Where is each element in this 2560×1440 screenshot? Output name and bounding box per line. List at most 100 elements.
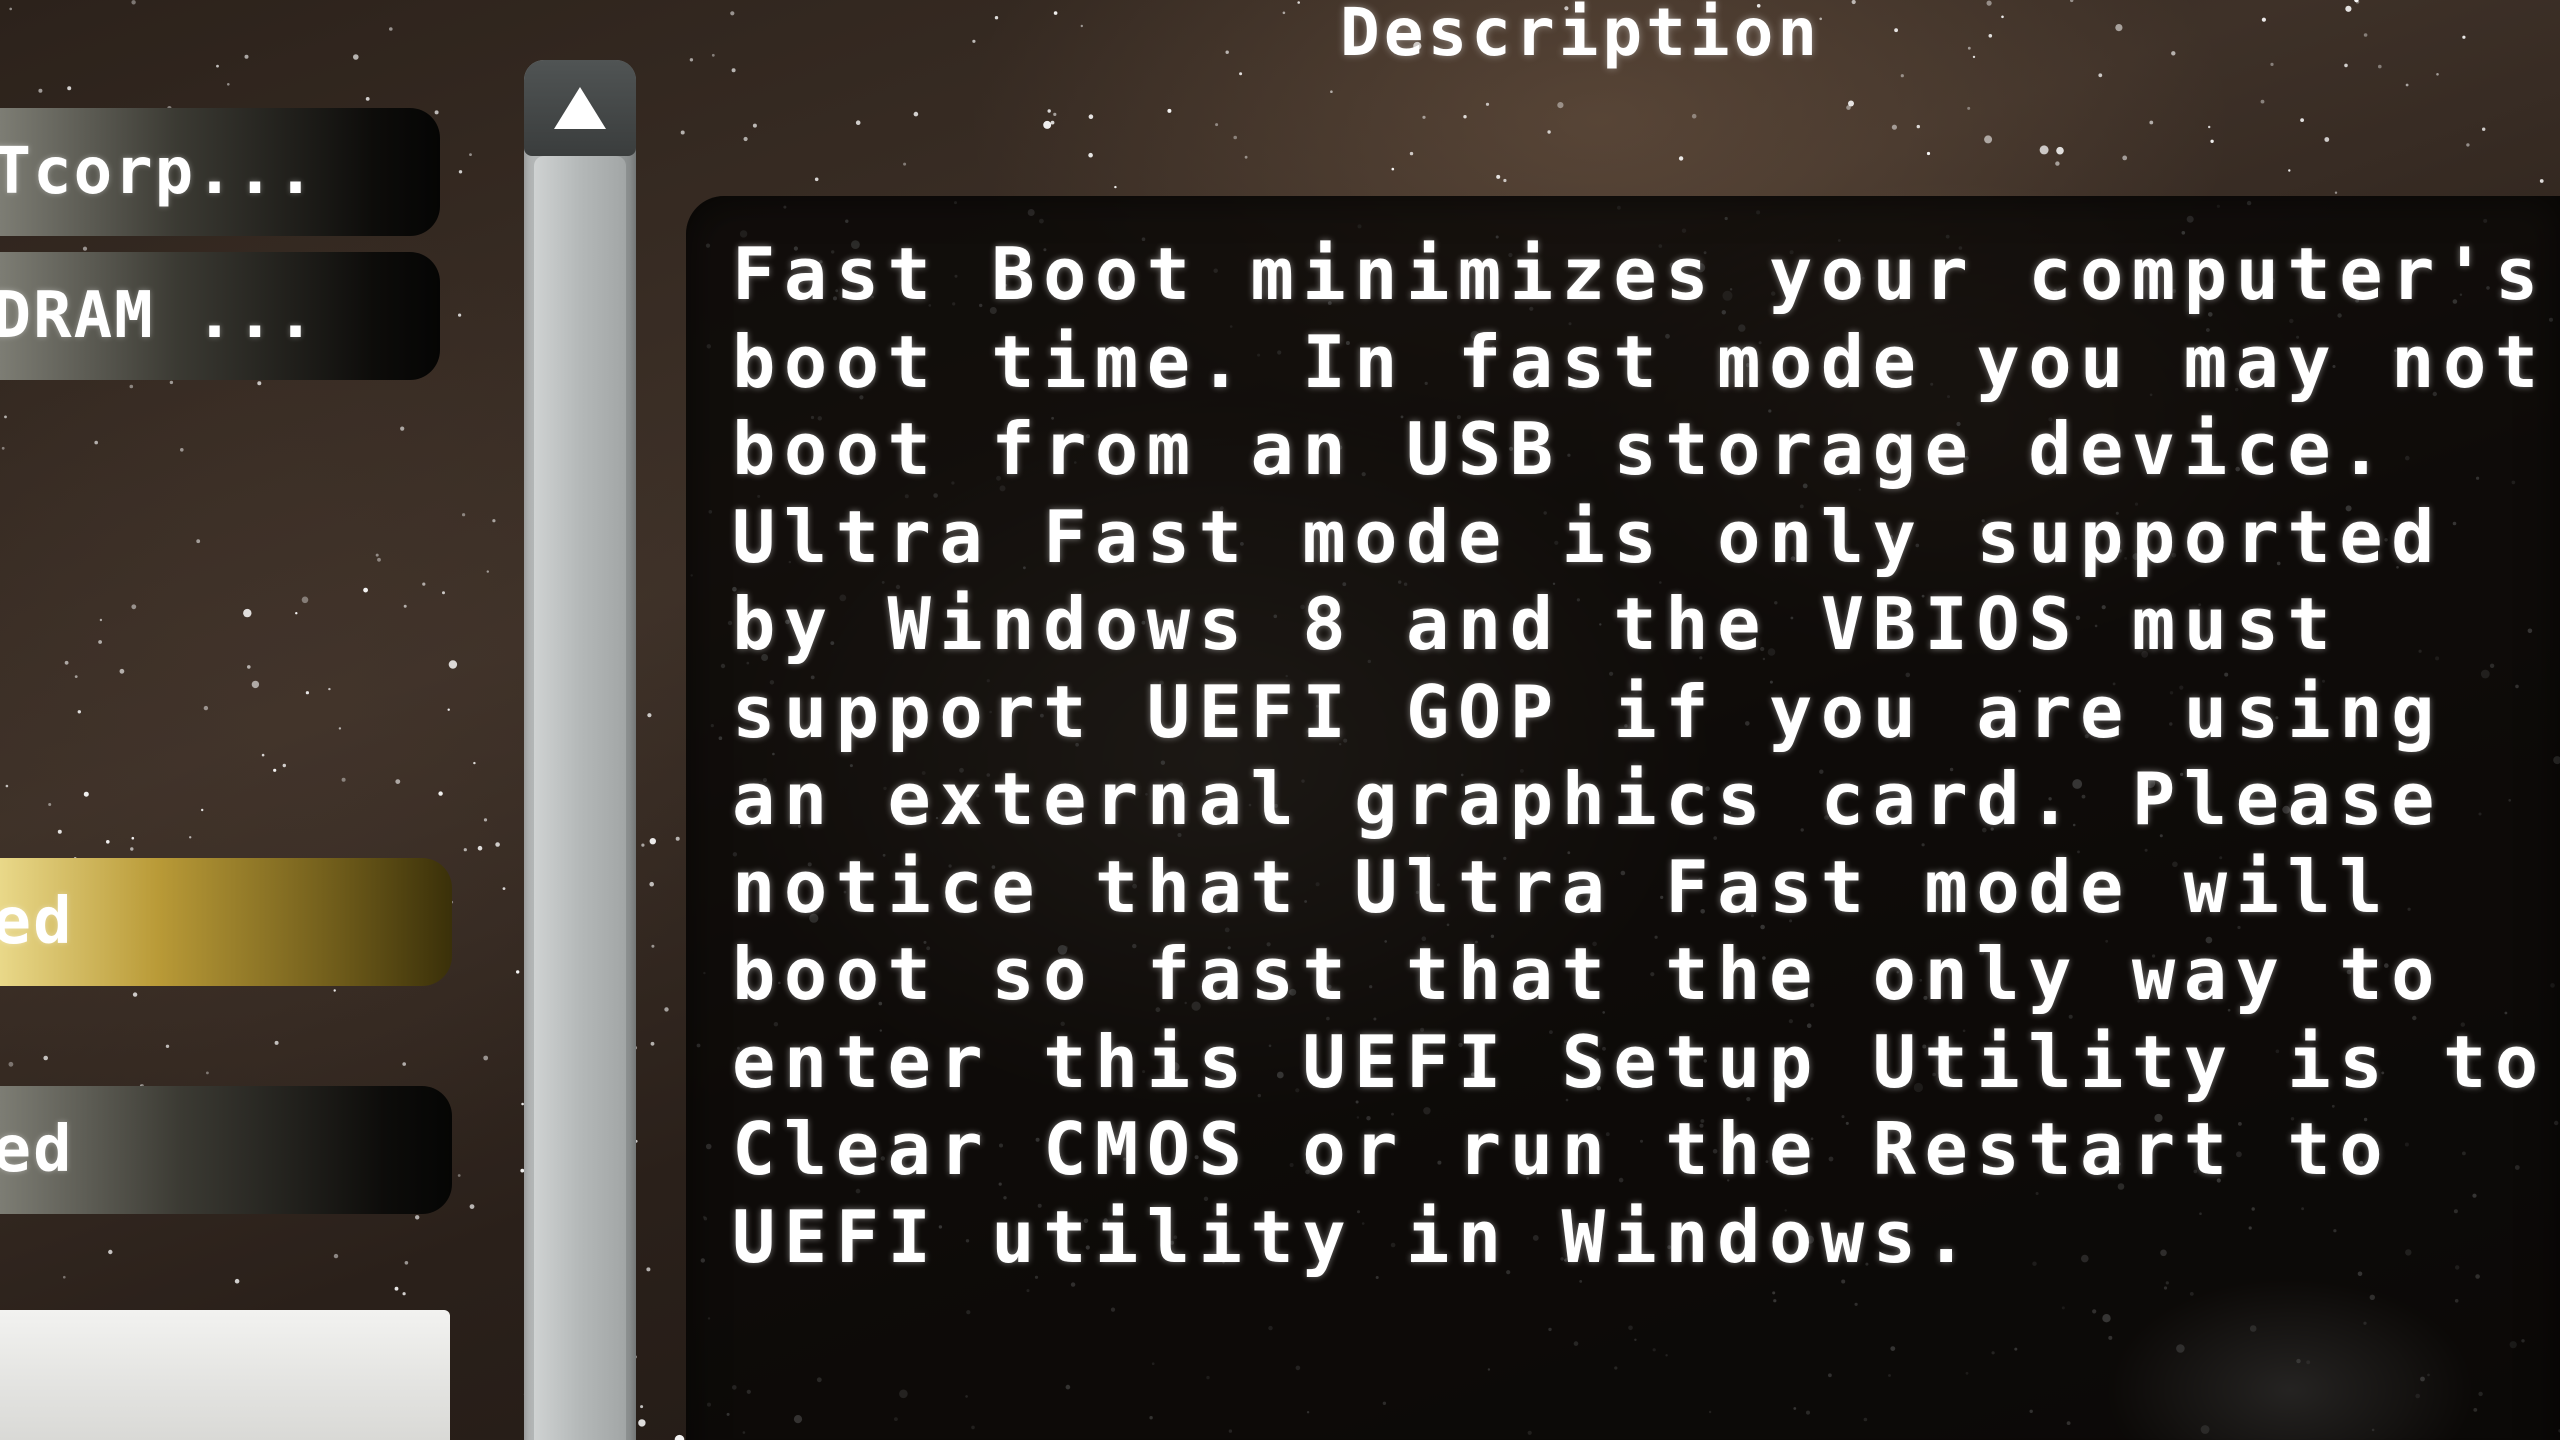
star-dot	[502, 887, 506, 890]
star-dot	[274, 1040, 279, 1045]
star-dot	[295, 612, 298, 615]
star-dot	[2539, 179, 2544, 183]
star-dot	[674, 1434, 685, 1440]
description-line: UEFI utility in Windows.	[732, 1194, 1977, 1279]
star-dot	[94, 440, 98, 445]
star-dot	[301, 596, 309, 604]
star-dot	[2363, 33, 2368, 37]
description-line: enter this UEFI Setup Utility is to	[732, 1019, 2547, 1104]
star-dot	[243, 608, 252, 618]
option-item-memory[interactable]: DDRAM ...	[0, 252, 440, 380]
star-dot	[2260, 99, 2265, 104]
star-dot	[282, 763, 286, 768]
star-dot	[646, 1267, 651, 1272]
star-dot	[216, 64, 219, 68]
star-dot	[402, 1292, 406, 1296]
star-dot	[1463, 115, 1467, 119]
star-dot	[1225, 50, 1229, 54]
star-dot	[516, 970, 520, 974]
star-dot	[2039, 145, 2049, 155]
star-dot	[913, 111, 919, 117]
star-dot	[251, 680, 260, 689]
option-item-storage-vendor[interactable]: STcorp...	[0, 108, 440, 236]
star-dot	[2482, 127, 2486, 131]
star-dot	[486, 570, 489, 573]
star-dot	[743, 136, 748, 142]
star-dot	[448, 660, 458, 669]
star-dot	[129, 384, 134, 389]
star-dot	[2055, 161, 2060, 166]
scrollbar[interactable]	[524, 60, 636, 1440]
description-line: boot from an USB storage device.	[732, 407, 2392, 491]
star-dot	[82, 246, 88, 251]
star-dot	[201, 808, 204, 812]
star-dot	[1422, 115, 1426, 119]
star-dot	[402, 1062, 407, 1066]
star-dot	[1846, 105, 1851, 110]
star-dot	[247, 665, 251, 669]
star-dot	[2436, 73, 2439, 76]
star-dot	[1891, 124, 1897, 130]
star-dot	[680, 130, 685, 135]
star-dot	[457, 1174, 461, 1177]
option-item-setting[interactable]: led	[0, 1086, 452, 1214]
star-dot	[99, 618, 103, 622]
star-dot	[641, 843, 645, 847]
star-dot	[1043, 120, 1052, 129]
option-item-label: led	[0, 1113, 74, 1187]
star-dot	[64, 660, 69, 665]
star-dot	[98, 640, 102, 644]
star-dot	[1900, 74, 1904, 78]
star-dot	[638, 1419, 646, 1427]
star-dot	[752, 123, 757, 128]
scroll-up-button[interactable]	[524, 60, 636, 156]
star-dot	[2208, 125, 2211, 129]
star-dot	[458, 170, 463, 174]
star-dot	[2288, 169, 2291, 172]
option-item-label: DDRAM ...	[0, 279, 317, 353]
star-dot	[1967, 46, 1971, 50]
star-dot	[365, 97, 370, 101]
star-dot	[972, 39, 976, 43]
star-dot	[1986, 0, 1992, 6]
star-dot	[2334, 191, 2338, 194]
star-dot	[473, 761, 476, 765]
star-dot	[363, 587, 368, 593]
star-dot	[477, 845, 483, 851]
star-dot	[2056, 146, 2064, 155]
star-dot	[689, 58, 694, 62]
bottom-left-panel	[0, 1310, 450, 1440]
star-dot	[483, 1055, 489, 1061]
star-dot	[131, 836, 135, 840]
description-line: Clear CMOS or run the Restart to	[732, 1107, 2392, 1191]
star-dot	[495, 842, 500, 847]
star-dot	[377, 557, 381, 562]
description-line: Ultra Fast mode is only supported	[732, 494, 2443, 579]
star-dot	[400, 426, 405, 431]
uefi-setup-screen: STcorp... DDRAM ... led led Description …	[0, 0, 2560, 1440]
star-dot	[63, 1275, 66, 1279]
star-dot	[257, 381, 262, 386]
star-dot	[1894, 28, 1898, 33]
star-dot	[2171, 51, 2176, 56]
scroll-thumb[interactable]	[534, 156, 626, 1440]
option-item-selected[interactable]: led	[0, 858, 452, 986]
description-line: boot time. In fast mode you may not	[732, 319, 2547, 404]
star-dot	[438, 791, 443, 796]
star-dot	[442, 591, 445, 595]
star-dot	[353, 54, 359, 60]
star-dot	[2345, 5, 2352, 12]
star-dot	[8, 1061, 14, 1067]
option-item-label: STcorp...	[0, 135, 317, 209]
star-dot	[341, 777, 346, 782]
star-dot	[1, 446, 5, 450]
star-dot	[422, 582, 426, 586]
star-dot	[74, 675, 78, 678]
star-dot	[169, 380, 174, 385]
star-dot	[2300, 118, 2305, 122]
star-dot	[1691, 113, 1697, 119]
star-dot	[403, 604, 407, 608]
star-dot	[1167, 108, 1172, 113]
star-dot	[2344, 63, 2348, 68]
star-dot	[130, 847, 134, 851]
